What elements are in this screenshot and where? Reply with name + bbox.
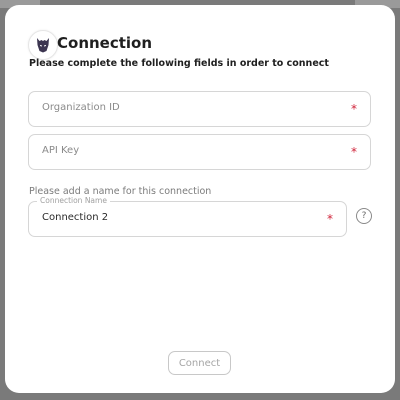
api-key-placeholder: API Key (42, 145, 80, 156)
api-key-field[interactable]: API Key * (28, 134, 371, 170)
connector-logo (28, 30, 58, 60)
required-asterisk: * (351, 145, 357, 159)
connection-name-value: Connection 2 (42, 212, 109, 223)
dialog-title: Connection (57, 34, 153, 52)
required-asterisk: * (351, 102, 357, 116)
dark-knight-helmet-icon (37, 38, 49, 53)
dialog-subtitle: Please complete the following fields in … (29, 58, 329, 69)
connect-button[interactable]: Connect (168, 351, 231, 375)
required-asterisk: * (327, 212, 333, 226)
organization-id-placeholder: Organization ID (42, 102, 120, 113)
connection-name-field[interactable]: Connection Name Connection 2 * (28, 196, 347, 237)
connection-name-label: Connection Name (37, 196, 110, 205)
connection-dialog: Connection Please complete the following… (5, 5, 395, 393)
help-icon[interactable]: ? (356, 208, 372, 224)
organization-id-field[interactable]: Organization ID * (28, 91, 371, 127)
